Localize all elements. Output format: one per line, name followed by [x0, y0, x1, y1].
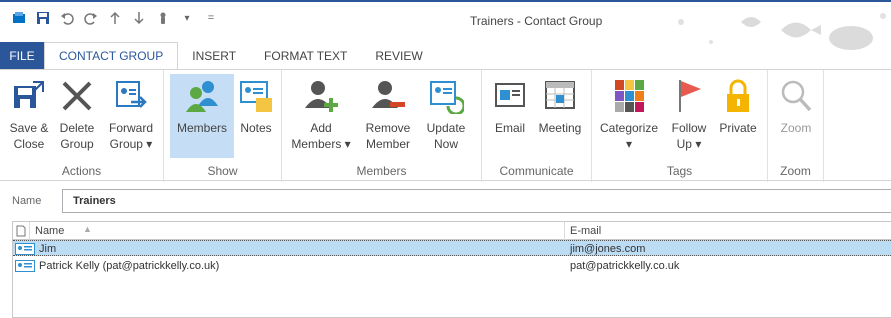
- customize-toolbar-icon[interactable]: ▾: [180, 11, 194, 25]
- group-show: Members Notes Show: [164, 70, 282, 182]
- row-email: jim@jones.com: [570, 243, 646, 255]
- document-icon: [16, 225, 26, 237]
- flag-icon: [679, 80, 701, 112]
- follow-up-label: Follow Up ▾: [671, 121, 707, 151]
- ribbon: Save & Close Delete Group Forward Group …: [0, 69, 891, 182]
- save-close-button[interactable]: Save & Close: [6, 74, 52, 158]
- members-view-button[interactable]: Members: [170, 74, 234, 158]
- group-label-communicate: Communicate: [499, 164, 574, 178]
- up-arrow-icon[interactable]: [108, 11, 122, 25]
- categorize-button[interactable]: Categorize ▾: [596, 74, 662, 158]
- notes-icon: [240, 81, 272, 112]
- tab-format-text[interactable]: FORMAT TEXT: [250, 42, 361, 70]
- tab-file[interactable]: FILE: [0, 42, 44, 70]
- save-icon[interactable]: [36, 11, 50, 25]
- row-name: Jim: [39, 243, 57, 255]
- group-label-show: Show: [207, 164, 238, 178]
- group-zoom: Zoom Zoom: [768, 70, 824, 182]
- members-view-label: Members: [176, 121, 227, 135]
- tab-insert[interactable]: INSERT: [178, 42, 250, 70]
- list-header: Name ▲ E-mail: [13, 222, 891, 240]
- delete-group-button[interactable]: Delete Group: [54, 74, 100, 158]
- sort-ascending-icon: ▲: [83, 224, 92, 234]
- add-member-icon: [305, 81, 338, 112]
- notes-label: Notes: [240, 121, 272, 135]
- row-email: pat@patrickkelly.co.uk: [570, 260, 680, 272]
- members-icon: [186, 81, 218, 112]
- header-separator: [29, 222, 30, 240]
- private-button[interactable]: Private: [714, 74, 762, 158]
- down-arrow-icon[interactable]: [132, 11, 146, 25]
- group-communicate: Email Meeting Communicate: [482, 70, 592, 182]
- group-label-members: Members: [356, 164, 407, 178]
- tab-review[interactable]: REVIEW: [361, 42, 436, 70]
- forward-group-button[interactable]: Forward Group ▾: [104, 74, 158, 158]
- forward-group-icon: [116, 81, 147, 108]
- save-close-label: Save & Close: [9, 121, 49, 151]
- email-icon: [495, 83, 525, 107]
- magnifier-icon: [781, 80, 812, 112]
- customize-dropdown-icon[interactable]: =: [204, 11, 218, 25]
- add-members-label: Add Members ▾: [291, 121, 351, 151]
- quick-access-toolbar: ▾ =: [12, 11, 218, 25]
- remove-member-label: Remove Member: [365, 121, 411, 151]
- update-now-button[interactable]: Update Now: [420, 74, 472, 158]
- column-header-name[interactable]: Name: [35, 225, 64, 237]
- save-close-icon: [14, 81, 44, 108]
- email-button[interactable]: Email: [488, 74, 532, 158]
- meeting-button[interactable]: Meeting: [534, 74, 586, 158]
- group-label-actions: Actions: [61, 164, 102, 178]
- lock-icon: [727, 79, 749, 112]
- undo-icon[interactable]: [60, 11, 74, 25]
- column-separator[interactable]: [564, 222, 565, 240]
- update-now-icon: [430, 81, 464, 114]
- forward-group-label: Forward Group ▾: [108, 121, 153, 151]
- contact-card-icon: [15, 243, 35, 255]
- remove-member-button[interactable]: Remove Member: [360, 74, 416, 158]
- title-bar: ▾ = Trainers - Contact Group: [0, 0, 891, 50]
- private-label: Private: [719, 121, 757, 135]
- add-members-button[interactable]: Add Members ▾: [290, 74, 352, 158]
- email-label: Email: [494, 121, 525, 135]
- delete-icon: [62, 81, 92, 111]
- group-members: Add Members ▾ Remove Member Update Now M…: [282, 70, 482, 182]
- delete-group-label: Delete Group: [59, 121, 95, 151]
- table-row[interactable]: Patrick Kelly (pat@patrickkelly.co.uk) p…: [13, 258, 891, 274]
- name-label: Name: [12, 195, 42, 207]
- notes-button[interactable]: Notes: [236, 74, 276, 158]
- window-title: Trainers - Contact Group: [470, 14, 603, 28]
- meeting-label: Meeting: [538, 121, 582, 135]
- row-name: Patrick Kelly (pat@patrickkelly.co.uk): [39, 260, 220, 272]
- name-row: Name Trainers: [0, 189, 891, 213]
- outlook-icon[interactable]: [12, 11, 26, 25]
- members-list: Name ▲ E-mail Jim jim@jones.com Patrick …: [12, 221, 891, 318]
- redo-icon[interactable]: [84, 11, 98, 25]
- categorize-label: Categorize ▾: [599, 121, 659, 151]
- update-now-label: Update Now: [426, 121, 466, 151]
- meeting-icon: [545, 81, 575, 109]
- categorize-icon: [615, 80, 644, 112]
- group-label-tags: Tags: [666, 164, 693, 178]
- follow-up-button[interactable]: Follow Up ▾: [666, 74, 712, 158]
- name-field[interactable]: Trainers: [62, 189, 891, 213]
- zoom-button[interactable]: Zoom: [774, 74, 818, 158]
- group-actions: Save & Close Delete Group Forward Group …: [0, 70, 164, 182]
- contact-card-icon: [15, 260, 35, 272]
- table-row[interactable]: Jim jim@jones.com: [13, 240, 891, 256]
- remove-member-icon: [372, 81, 405, 108]
- column-header-email[interactable]: E-mail: [570, 225, 601, 237]
- ribbon-tabs: FILE CONTACT GROUP INSERT FORMAT TEXT RE…: [0, 42, 891, 70]
- tab-contact-group[interactable]: CONTACT GROUP: [44, 42, 179, 70]
- group-label-zoom: Zoom: [780, 164, 811, 178]
- group-tags: Categorize ▾ Follow Up ▾ Private Tags: [592, 70, 768, 182]
- zoom-label: Zoom: [780, 121, 812, 135]
- touch-mode-icon[interactable]: [156, 11, 170, 25]
